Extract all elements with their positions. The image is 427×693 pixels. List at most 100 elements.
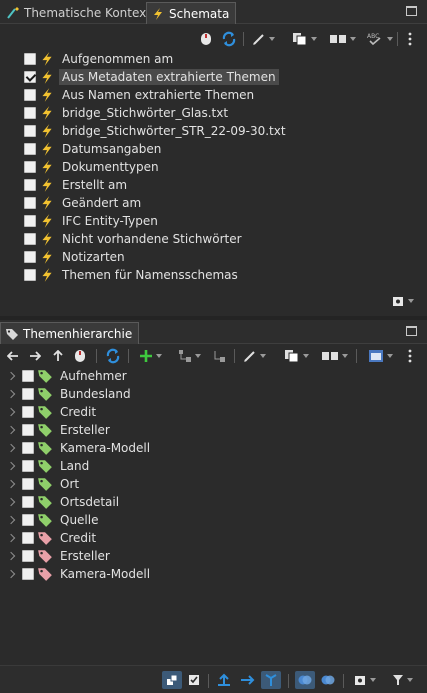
tree-row[interactable]: Ersteller: [0, 547, 427, 565]
tree-row[interactable]: Kamera-Modell: [0, 565, 427, 583]
spellcheck-icon[interactable]: ABC: [364, 30, 394, 48]
pencil-icon[interactable]: [241, 347, 267, 365]
move-right-icon[interactable]: [238, 671, 258, 689]
chevron-right-icon[interactable]: [6, 389, 16, 399]
chevron-right-icon[interactable]: [6, 515, 16, 525]
tree-row[interactable]: Ort: [0, 475, 427, 493]
maximize-icon[interactable]: [406, 326, 417, 336]
schema-row[interactable]: Notizarten: [0, 248, 427, 266]
chevron-right-icon[interactable]: [6, 569, 16, 579]
tree-checkbox[interactable]: [22, 478, 34, 490]
refresh-icon[interactable]: [220, 30, 238, 48]
refresh-icon[interactable]: [104, 347, 122, 365]
arrow-up-icon[interactable]: [51, 347, 65, 365]
filter-icon[interactable]: [388, 671, 416, 689]
tree-row[interactable]: Credit: [0, 403, 427, 421]
tree-checkbox[interactable]: [22, 568, 34, 580]
more-menu-icon[interactable]: [404, 347, 416, 365]
schema-checkbox[interactable]: [24, 251, 36, 263]
tree-row[interactable]: Aufnehmer: [0, 367, 427, 385]
tree-row[interactable]: Bundesland: [0, 385, 427, 403]
lightning-icon: [42, 142, 52, 156]
tree-checkbox[interactable]: [22, 550, 34, 562]
tree-label: Kamera-Modell: [60, 567, 151, 581]
arrow-left-icon[interactable]: [6, 347, 20, 365]
schema-row[interactable]: IFC Entity-Typen: [0, 212, 427, 230]
schema-row[interactable]: bridge_Stichwörter_Glas.txt: [0, 104, 427, 122]
schema-checkbox[interactable]: [24, 125, 36, 137]
columns-icon[interactable]: [318, 347, 350, 365]
schema-row[interactable]: bridge_Stichwörter_STR_22-09-30.txt: [0, 122, 427, 140]
hierarchy-icon[interactable]: [174, 347, 204, 365]
more-menu-icon[interactable]: [404, 30, 416, 48]
schema-row[interactable]: Geändert am: [0, 194, 427, 212]
tree-row[interactable]: Credit: [0, 529, 427, 547]
tree-row[interactable]: Kamera-Modell: [0, 439, 427, 457]
tab-schemata[interactable]: Schemata: [146, 2, 237, 24]
schema-row[interactable]: Aus Metadaten extrahierte Themen: [0, 68, 427, 86]
tree-row[interactable]: Quelle: [0, 511, 427, 529]
schema-checkbox[interactable]: [24, 143, 36, 155]
chevron-right-icon[interactable]: [6, 533, 16, 543]
schema-checkbox[interactable]: [24, 269, 36, 281]
tree-checkbox[interactable]: [22, 442, 34, 454]
pencil-icon[interactable]: [250, 30, 276, 48]
expand-icon[interactable]: [162, 671, 182, 689]
schema-row[interactable]: Dokumenttypen: [0, 158, 427, 176]
chevron-right-icon[interactable]: [6, 407, 16, 417]
chevron-right-icon[interactable]: [6, 461, 16, 471]
arrow-right-icon[interactable]: [28, 347, 42, 365]
copy-icon[interactable]: [280, 347, 312, 365]
schema-row[interactable]: Datumsangaben: [0, 140, 427, 158]
move-up-icon[interactable]: [214, 671, 234, 689]
schema-checkbox[interactable]: [24, 107, 36, 119]
schema-row[interactable]: Erstellt am: [0, 176, 427, 194]
mouse-icon[interactable]: [198, 30, 214, 48]
chevron-right-icon[interactable]: [6, 425, 16, 435]
copy-icon[interactable]: [288, 30, 320, 48]
tree-row[interactable]: Land: [0, 457, 427, 475]
check-all-icon[interactable]: [184, 671, 204, 689]
schema-checkbox[interactable]: [24, 71, 36, 83]
lightning-icon: [42, 52, 52, 66]
chevron-right-icon[interactable]: [6, 443, 16, 453]
panel-layout-icon[interactable]: [364, 347, 396, 365]
schema-checkbox[interactable]: [24, 179, 36, 191]
tree-row[interactable]: Ersteller: [0, 421, 427, 439]
chevron-right-icon[interactable]: [6, 551, 16, 561]
settings-icon[interactable]: [388, 292, 416, 310]
chevron-right-icon[interactable]: [6, 479, 16, 489]
tree-checkbox[interactable]: [22, 514, 34, 526]
schema-checkbox[interactable]: [24, 215, 36, 227]
tree-checkbox[interactable]: [22, 370, 34, 382]
tree-checkbox[interactable]: [22, 460, 34, 472]
schema-row[interactable]: Nicht vorhandene Stichwörter: [0, 230, 427, 248]
schema-row[interactable]: Aufgenommen am: [0, 50, 427, 68]
schema-checkbox[interactable]: [24, 197, 36, 209]
settings-icon[interactable]: [350, 671, 378, 689]
tree-checkbox[interactable]: [22, 406, 34, 418]
tab-themenhierarchie[interactable]: Themenhierarchie: [0, 322, 140, 344]
overlap-circles-icon[interactable]: [295, 671, 315, 689]
schema-row[interactable]: Aus Namen extrahierte Themen: [0, 86, 427, 104]
tree-row[interactable]: Ortsdetail: [0, 493, 427, 511]
branch-icon[interactable]: [261, 671, 281, 689]
maximize-icon[interactable]: [406, 6, 417, 16]
schema-checkbox[interactable]: [24, 89, 36, 101]
chevron-right-icon[interactable]: [6, 371, 16, 381]
schema-checkbox[interactable]: [24, 233, 36, 245]
tab-thematische-kontexte[interactable]: Thematische Kontexte: [2, 2, 164, 24]
tree-checkbox[interactable]: [22, 388, 34, 400]
schema-checkbox[interactable]: [24, 53, 36, 65]
tree-checkbox[interactable]: [22, 532, 34, 544]
schema-row[interactable]: Themen für Namensschemas: [0, 266, 427, 284]
overlap-circles-alt-icon[interactable]: [318, 671, 338, 689]
add-icon[interactable]: [136, 347, 164, 365]
mouse-icon[interactable]: [72, 347, 88, 365]
schema-checkbox[interactable]: [24, 161, 36, 173]
hierarchy-move-icon[interactable]: [210, 347, 228, 365]
columns-icon[interactable]: [326, 30, 358, 48]
tree-checkbox[interactable]: [22, 496, 34, 508]
chevron-right-icon[interactable]: [6, 497, 16, 507]
tree-checkbox[interactable]: [22, 424, 34, 436]
